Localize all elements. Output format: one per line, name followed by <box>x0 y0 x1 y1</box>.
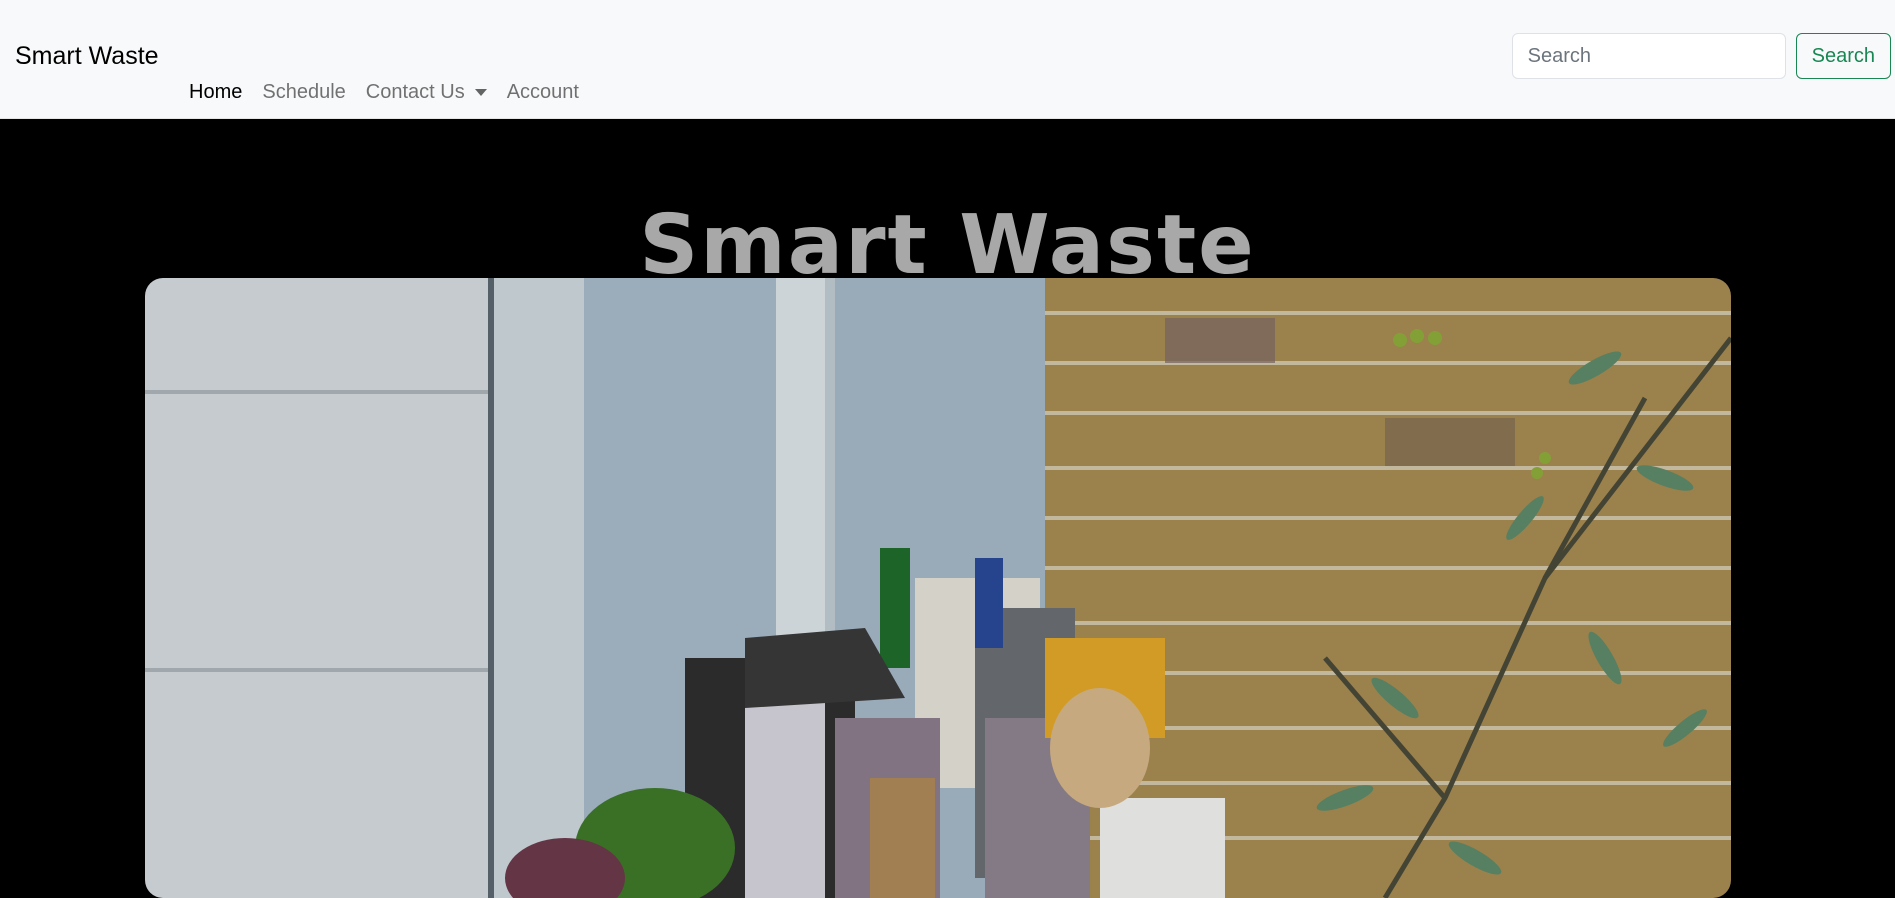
nav-link-contact-us[interactable]: Contact Us <box>366 81 487 104</box>
nav-link-account[interactable]: Account <box>507 81 579 104</box>
search-button[interactable]: Search <box>1795 33 1891 79</box>
navbar: Smart Waste Home Schedule Contact Us Acc… <box>0 0 1895 119</box>
nav-link-schedule[interactable]: Schedule <box>262 81 345 104</box>
nav-link-home[interactable]: Home <box>189 81 242 104</box>
brand-link[interactable]: Smart Waste <box>15 42 159 71</box>
hero-title: Smart Waste <box>0 197 1895 301</box>
hero-image <box>145 278 1731 898</box>
nav-links: Home Schedule Contact Us Account <box>189 81 599 104</box>
search-input[interactable] <box>1511 33 1786 79</box>
caret-down-icon <box>474 89 487 96</box>
nav-link-contact-us-label: Contact Us <box>365 81 465 103</box>
trash-pile-photo-icon <box>145 278 1731 898</box>
search-form: Search <box>1511 33 1891 79</box>
